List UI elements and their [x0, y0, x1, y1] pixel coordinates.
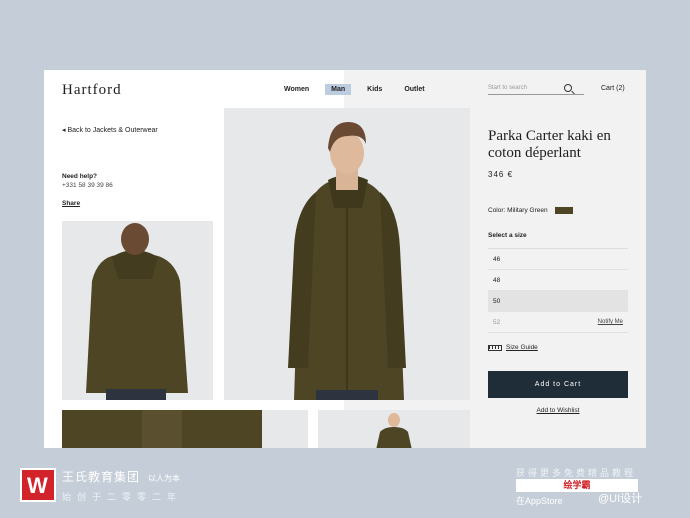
size-option-48[interactable]: 48	[488, 270, 628, 291]
add-to-wishlist-link[interactable]: Add to Wishlist	[488, 407, 628, 414]
size-option-52[interactable]: 52 Notify Me	[488, 312, 628, 333]
back-photo-illustration	[62, 221, 213, 400]
fabric-detail-photo[interactable]	[62, 410, 308, 448]
color-selector: Color: Military Green	[488, 207, 573, 214]
color-swatch[interactable]	[554, 207, 573, 214]
size-list: 46 48 50 52 Notify Me	[488, 248, 628, 333]
footer-promo: 获得更多免费精品教程	[516, 468, 637, 478]
nav-item-man[interactable]: Man	[325, 84, 352, 95]
back-link-label: Back to Jackets & Outerwear	[67, 127, 158, 134]
size-label: 46	[493, 256, 501, 263]
help-phone[interactable]: +331 58 39 39 86	[62, 182, 113, 189]
size-label: 48	[493, 277, 501, 284]
share-link[interactable]: Share	[62, 200, 80, 207]
footer-founded: 始创于二零零二年	[62, 492, 183, 502]
size-option-46[interactable]: 46	[488, 249, 628, 270]
product-price: 346 €	[488, 170, 514, 179]
back-link[interactable]: ◂ Back to Jackets & Outerwear	[62, 126, 158, 134]
back-view-photo[interactable]	[62, 221, 213, 400]
footer-appstore: 在AppStore	[516, 496, 563, 506]
nav-item-women[interactable]: Women	[278, 84, 315, 95]
fabric-photo-illustration	[62, 410, 308, 448]
product-title: Parka Carter kaki en coton déperlant	[488, 128, 611, 161]
main-product-photo[interactable]	[224, 108, 470, 400]
color-label: Color: Military Green	[488, 207, 548, 214]
main-nav: Women Man Kids Outlet	[278, 84, 441, 95]
size-option-50[interactable]: 50	[488, 291, 628, 312]
nav-item-outlet[interactable]: Outlet	[398, 84, 430, 95]
footer-brand: 王氏教育集团 以人为本	[62, 468, 180, 485]
small-photo-illustration	[318, 410, 470, 448]
size-title: Select a size	[488, 232, 527, 239]
footer-watermark: @UI设计	[598, 493, 643, 505]
main-photo-illustration	[224, 108, 470, 400]
brand-logo[interactable]: Hartford	[62, 82, 122, 99]
size-guide-label: Size Guide	[506, 344, 538, 351]
notify-me-link[interactable]: Notify Me	[598, 319, 623, 325]
nav-item-kids[interactable]: Kids	[361, 84, 388, 95]
footer-brand-name: 王氏教育集团	[62, 470, 141, 484]
front-small-photo[interactable]	[318, 410, 470, 448]
size-label: 50	[493, 298, 501, 305]
search-icon[interactable]	[564, 84, 572, 92]
size-label: 52	[493, 319, 501, 326]
help-title: Need help?	[62, 173, 98, 180]
footer-slogan: 以人为本	[148, 474, 181, 483]
product-page: Hartford Women Man Kids Outlet Start to …	[44, 70, 646, 448]
brand-badge-logo	[20, 468, 56, 502]
cart-link[interactable]: Cart (2)	[601, 85, 625, 92]
ruler-icon	[488, 344, 502, 351]
size-guide-link[interactable]: Size Guide	[488, 344, 538, 351]
add-to-cart-button[interactable]: Add to Cart	[488, 371, 628, 398]
